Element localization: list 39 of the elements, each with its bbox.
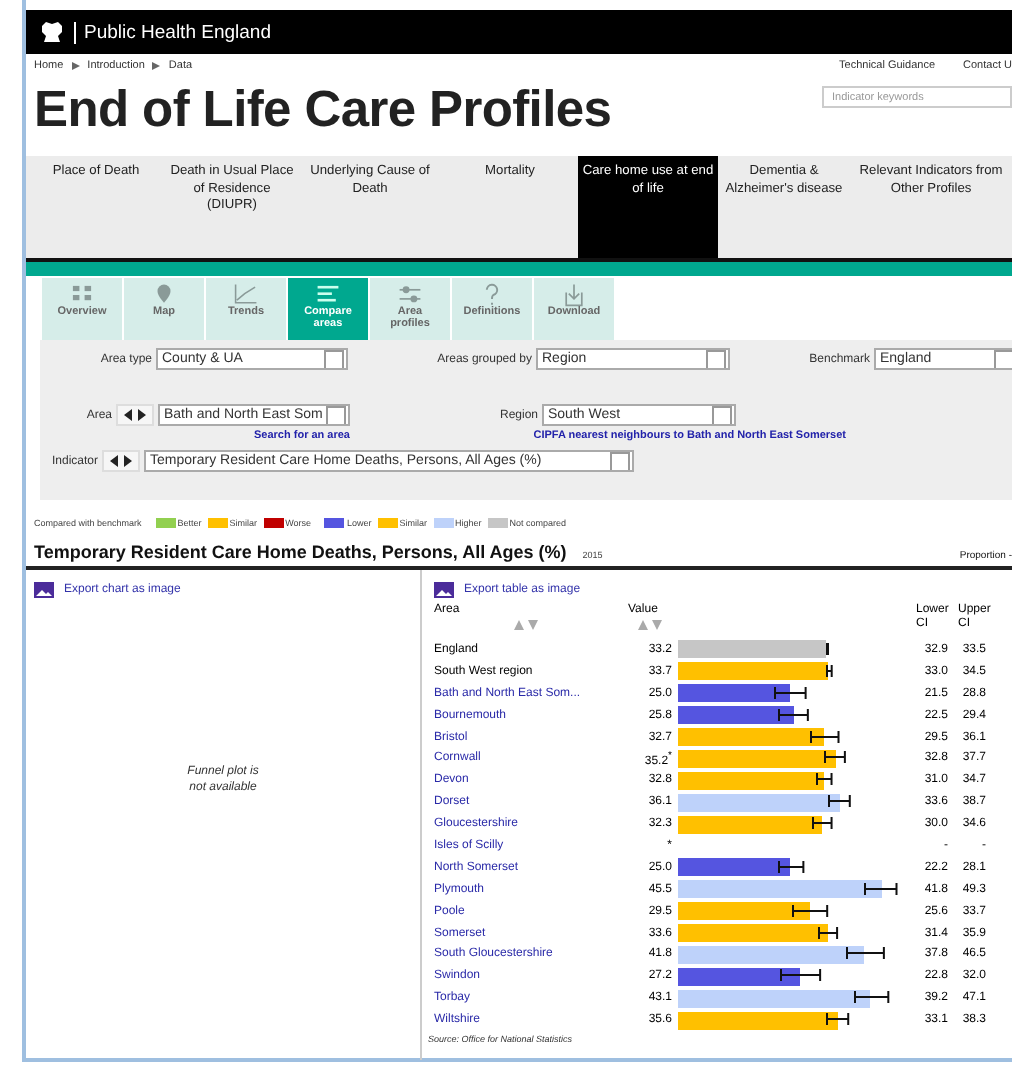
error-bar xyxy=(828,792,851,811)
caret-icon xyxy=(610,452,630,470)
line-chart-icon xyxy=(234,283,258,304)
error-bar xyxy=(774,683,807,702)
error-bar xyxy=(809,727,840,746)
organisation-name: Public Health England xyxy=(74,21,271,43)
error-bar xyxy=(825,661,833,680)
caret-icon xyxy=(326,406,346,424)
image-icon xyxy=(34,582,54,598)
error-bar xyxy=(846,944,886,963)
caret-icon xyxy=(706,350,726,368)
error-bar xyxy=(825,1010,850,1029)
breadcrumb-separator-icon xyxy=(71,62,80,70)
error-bar xyxy=(777,857,804,876)
question-mark-icon xyxy=(485,283,499,306)
breadcrumb-separator-icon xyxy=(152,62,161,70)
image-icon xyxy=(434,582,454,598)
error-bar xyxy=(779,966,822,985)
sliders-icon xyxy=(398,286,422,303)
prev-next-arrows-icon[interactable] xyxy=(102,450,140,472)
download-icon xyxy=(565,283,583,307)
error-bar xyxy=(812,814,833,833)
error-bar xyxy=(792,901,829,920)
caret-icon xyxy=(712,406,732,424)
caret-icon xyxy=(324,350,344,368)
error-bar xyxy=(824,748,847,767)
bars-icon xyxy=(317,285,339,302)
page-title: End of Life Care Profiles xyxy=(34,82,612,140)
error-bar xyxy=(864,879,899,898)
indicator-title: Temporary Resident Care Home Deaths, Persons, All Ages (%) xyxy=(34,542,567,562)
error-bar xyxy=(818,923,839,942)
error-bar xyxy=(853,988,889,1007)
error-bar xyxy=(778,705,810,724)
caret-icon xyxy=(994,350,1012,368)
prev-next-arrows-icon[interactable] xyxy=(116,404,154,426)
error-bar xyxy=(816,770,834,789)
map-pin-icon xyxy=(157,284,171,303)
grid-icon xyxy=(72,285,92,301)
crest-logo-icon xyxy=(38,19,66,45)
